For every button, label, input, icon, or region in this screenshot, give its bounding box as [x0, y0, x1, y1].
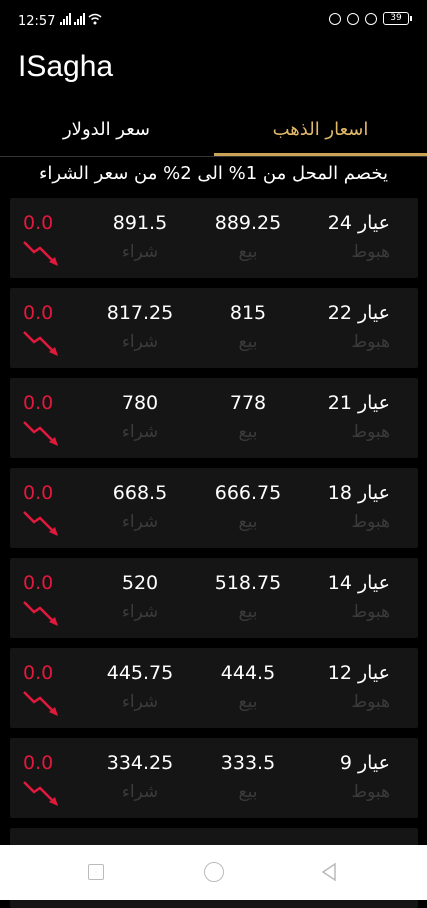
- discount-notice: يخصم المحل من 1% الى 2% من سعر الشراء: [38, 163, 389, 184]
- buy-label: شراء: [121, 692, 159, 712]
- alarm-icon: [347, 12, 359, 25]
- buy-price: 891.5: [112, 212, 168, 234]
- buy-label: شراء: [121, 602, 159, 622]
- price-row[interactable]: عيار 21 هبوط 778 بيع 780 شراء 0.0: [10, 378, 418, 458]
- battery-icon: 39: [383, 12, 412, 25]
- down-trend-icon: [23, 781, 58, 806]
- buy-price: 520: [121, 572, 159, 594]
- back-button[interactable]: [320, 862, 338, 882]
- status-time: 12:57: [18, 14, 56, 29]
- signal-icon: [60, 13, 71, 25]
- sell-price: 815: [229, 302, 267, 324]
- trend-label: هبوط: [351, 602, 390, 622]
- change-value: 0.0: [23, 752, 54, 774]
- recents-button[interactable]: [88, 864, 104, 880]
- buy-price: 334.25: [106, 752, 174, 774]
- karat-label: عيار 21: [327, 392, 390, 414]
- buy-price: 817.25: [106, 302, 174, 324]
- change-value: 0.0: [23, 212, 54, 234]
- karat-label: عيار 22: [327, 302, 390, 324]
- price-row[interactable]: عيار 9 هبوط 333.5 بيع 334.25 شراء 0.0: [10, 738, 418, 818]
- signal-icon-2: [74, 13, 85, 25]
- karat-label: عيار 24: [327, 212, 390, 234]
- down-trend-icon: [23, 601, 58, 626]
- location-icon: [329, 12, 341, 25]
- change-value: 0.0: [23, 302, 54, 324]
- app-title: ISagha: [18, 50, 114, 83]
- vibrate-icon: [365, 12, 377, 25]
- sell-price: 778: [229, 392, 267, 414]
- signal-icons: [60, 13, 102, 25]
- sell-label: بيع: [238, 692, 258, 712]
- price-row[interactable]: عيار 24 هبوط 889.25 بيع 891.5 شراء 0.0: [10, 198, 418, 278]
- wifi-icon: [88, 13, 102, 25]
- tab-bar: اسعار الذهب سعر الدولار: [0, 110, 427, 158]
- sell-label: بيع: [238, 242, 258, 262]
- price-row[interactable]: عيار 14 هبوط 518.75 بيع 520 شراء 0.0: [10, 558, 418, 638]
- trend-label: هبوط: [351, 512, 390, 532]
- buy-label: شراء: [121, 512, 159, 532]
- navigation-bar: [0, 845, 427, 900]
- down-trend-icon: [23, 691, 58, 716]
- trend-label: هبوط: [351, 242, 390, 262]
- home-button[interactable]: [204, 862, 224, 882]
- sell-price: 889.25: [214, 212, 282, 234]
- tab-divider: [0, 156, 427, 157]
- sell-price: 333.5: [220, 752, 276, 774]
- sell-label: بيع: [238, 782, 258, 802]
- tab-gold-prices[interactable]: اسعار الذهب: [214, 110, 427, 155]
- trend-label: هبوط: [351, 782, 390, 802]
- price-row[interactable]: عيار 12 هبوط 444.5 بيع 445.75 شراء 0.0: [10, 648, 418, 728]
- buy-label: شراء: [121, 332, 159, 352]
- trend-label: هبوط: [351, 332, 390, 352]
- price-row[interactable]: عيار 18 هبوط 666.75 بيع 668.5 شراء 0.0: [10, 468, 418, 548]
- down-trend-icon: [23, 421, 58, 446]
- sell-price: 518.75: [214, 572, 282, 594]
- tab-dollar-price[interactable]: سعر الدولار: [0, 110, 213, 155]
- change-value: 0.0: [23, 392, 54, 414]
- price-row[interactable]: عيار 22 هبوط 815 بيع 817.25 شراء 0.0: [10, 288, 418, 368]
- change-value: 0.0: [23, 482, 54, 504]
- buy-label: شراء: [121, 242, 159, 262]
- down-trend-icon: [23, 511, 58, 536]
- karat-label: عيار 9: [339, 752, 390, 774]
- trend-label: هبوط: [351, 422, 390, 442]
- karat-label: عيار 14: [327, 572, 390, 594]
- karat-label: عيار 12: [327, 662, 390, 684]
- buy-price: 780: [121, 392, 159, 414]
- sell-label: بيع: [238, 422, 258, 442]
- buy-price: 445.75: [106, 662, 174, 684]
- change-value: 0.0: [23, 572, 54, 594]
- sell-label: بيع: [238, 602, 258, 622]
- buy-price: 668.5: [112, 482, 168, 504]
- change-value: 0.0: [23, 662, 54, 684]
- buy-label: شراء: [121, 782, 159, 802]
- down-trend-icon: [23, 241, 58, 266]
- down-trend-icon: [23, 331, 58, 356]
- status-right-icons: 39: [329, 12, 412, 25]
- sell-label: بيع: [238, 332, 258, 352]
- buy-label: شراء: [121, 422, 159, 442]
- sell-price: 444.5: [220, 662, 276, 684]
- trend-label: هبوط: [351, 692, 390, 712]
- sell-label: بيع: [238, 512, 258, 532]
- sell-price: 666.75: [214, 482, 282, 504]
- status-bar: 12:57 39: [0, 0, 427, 44]
- karat-label: عيار 18: [327, 482, 390, 504]
